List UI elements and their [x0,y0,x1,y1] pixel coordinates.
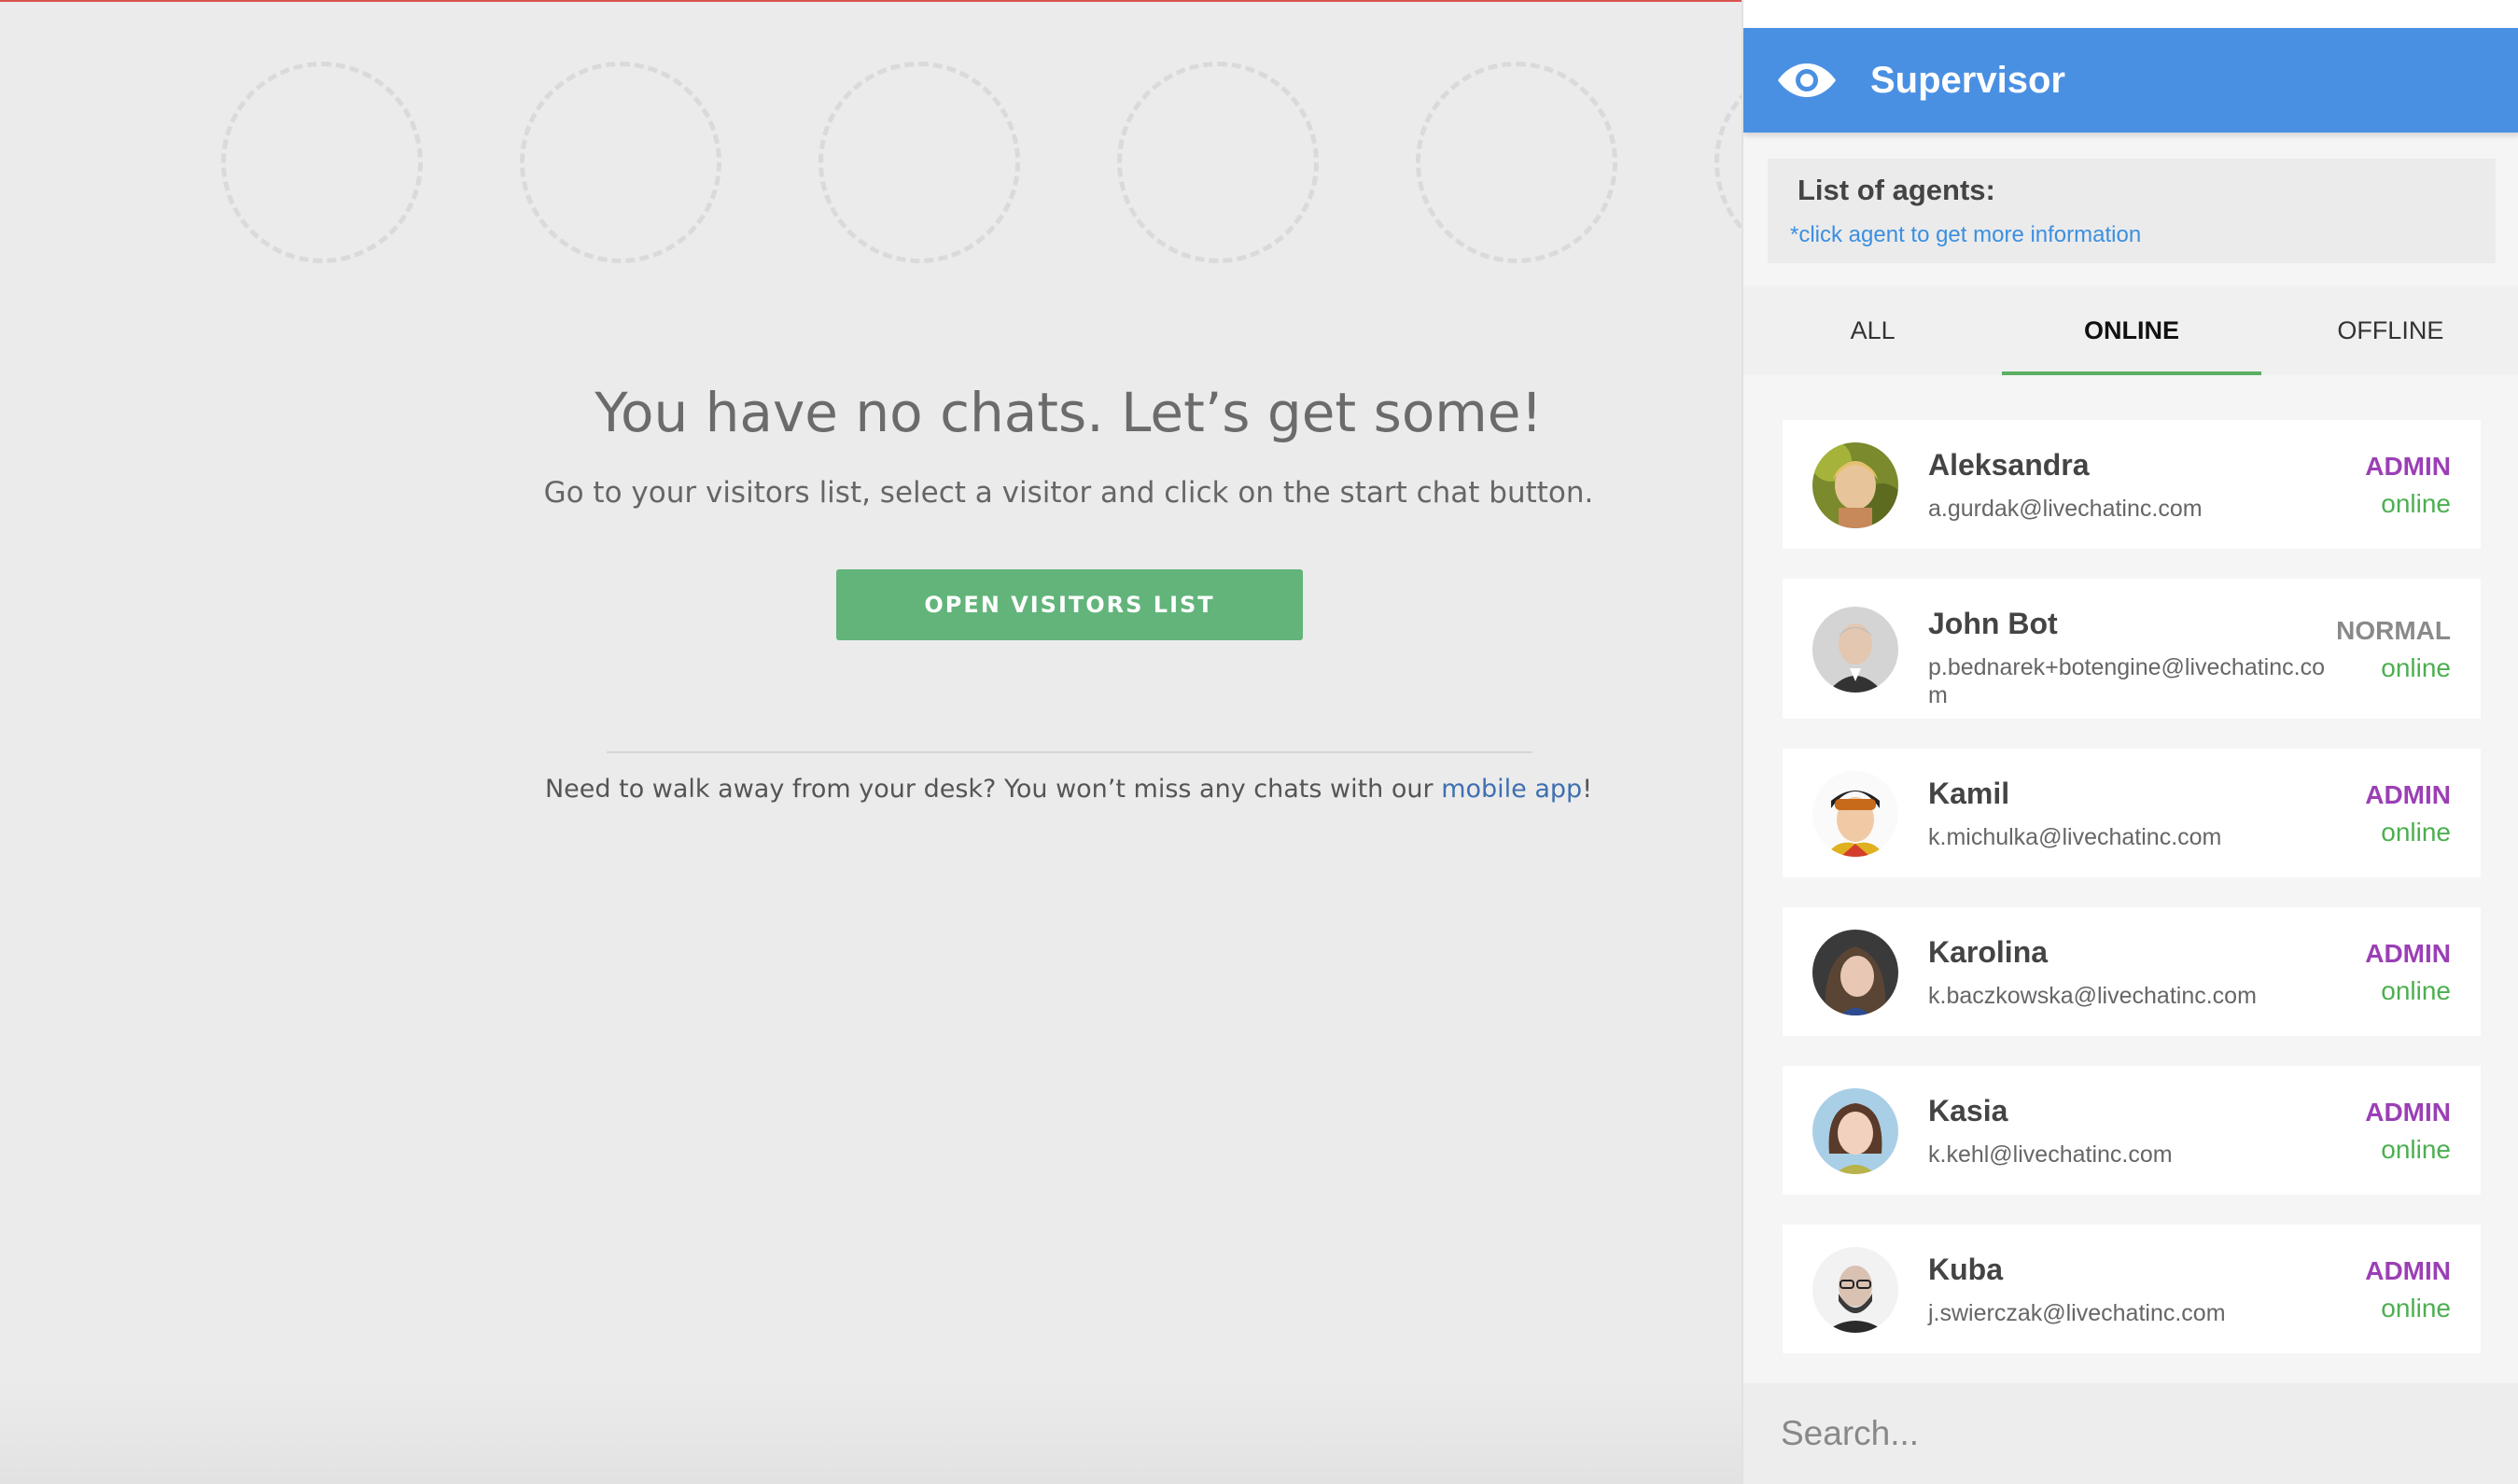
agent-role-badge: ADMIN [2365,780,2451,809]
panel-top-strip [1743,0,2518,28]
open-visitors-list-button[interactable]: OPEN VISITORS LIST [836,569,1303,640]
tab-offline[interactable]: OFFLINE [2261,286,2518,375]
agent-filter-tabs: ALL ONLINE OFFLINE [1743,286,2518,375]
avatar [1812,771,1898,857]
agent-status: online [2381,653,2451,682]
agent-email: k.kehl@livechatinc.com [1928,1141,2173,1168]
avatar [1812,607,1898,693]
agent-list-hint: *click agent to get more information [1790,222,2142,247]
chat-slot-placeholder [1416,62,1617,263]
agent-list-title: List of agents: [1798,174,1995,206]
agent-status: online [2381,818,2451,847]
agent-card[interactable]: Kasia k.kehl@livechatinc.com ADMIN onlin… [1783,1066,2481,1195]
agent-list-info: List of agents: *click agent to get more… [1768,159,2496,263]
agent-name: Aleksandra [1928,448,2090,482]
agent-status: online [2381,1135,2451,1164]
eye-icon [1778,63,1836,97]
top-accent-line [0,0,1742,2]
tab-all[interactable]: ALL [1743,286,2002,375]
mobile-app-note: Need to walk away from your desk? You wo… [0,775,1742,804]
agent-name: Karolina [1928,935,2049,969]
agent-email: k.michulka@livechatinc.com [1928,824,2222,850]
chat-slot-placeholder [1714,62,1742,263]
avatar [1812,1247,1898,1333]
chat-slot-placeholder [221,62,423,263]
agent-email: a.gurdak@livechatinc.com [1928,496,2203,522]
agent-email: k.baczkowska@livechatinc.com [1928,983,2257,1009]
agent-card[interactable]: Kuba j.swierczak@livechatinc.com ADMIN o… [1783,1225,2481,1353]
tab-online[interactable]: ONLINE [2002,286,2261,375]
empty-state-subtitle: Go to your visitors list, select a visit… [543,476,1594,510]
chat-slot-placeholder [1117,62,1319,263]
mobile-app-link[interactable]: mobile app [1441,775,1582,804]
bottom-fade [0,1381,1742,1484]
agent-name: Kasia [1928,1094,2008,1127]
agent-status: online [2381,976,2451,1005]
avatar [1812,930,1898,1015]
avatar [1812,1088,1898,1174]
agent-role-badge: ADMIN [2365,939,2451,968]
supervisor-title: Supervisor [1870,59,2065,101]
supervisor-header: Supervisor [1743,28,2518,133]
main-area: You have no chats. Let’s get some! Go to… [0,0,1742,1484]
agent-email: p.bednarek+botengine@livechatinc.com [1928,654,2325,708]
chat-slot-placeholder [818,62,1020,263]
agent-status: online [2381,1294,2451,1323]
agent-email: j.swierczak@livechatinc.com [1928,1300,2226,1326]
agent-role-badge: ADMIN [2365,452,2451,481]
agent-role-badge: NORMAL [2336,616,2451,645]
agent-search-input[interactable] [1743,1383,2518,1484]
mobile-note-suffix: ! [1582,775,1593,804]
agent-card[interactable]: Aleksandra a.gurdak@livechatinc.com ADMI… [1783,420,2481,549]
agent-list: Aleksandra a.gurdak@livechatinc.com ADMI… [1743,390,2518,1361]
mobile-note-prefix: Need to walk away from your desk? You wo… [544,775,1442,804]
chat-slot-placeholder [520,62,721,263]
agent-card[interactable]: Karolina k.baczkowska@livechatinc.com AD… [1783,907,2481,1036]
divider [607,751,1532,753]
avatar [1812,442,1898,528]
agent-card[interactable]: Kamil k.michulka@livechatinc.com ADMIN o… [1783,749,2481,877]
agent-name: John Bot [1928,607,2058,640]
empty-state-title: You have no chats. Let’s get some! [595,381,1543,444]
supervisor-panel: Supervisor List of agents: *click agent … [1742,0,2518,1484]
agent-status: online [2381,489,2451,518]
agent-role-badge: ADMIN [2365,1256,2451,1285]
agent-name: Kuba [1928,1253,2003,1286]
agent-role-badge: ADMIN [2365,1098,2451,1127]
agent-name: Kamil [1928,777,2010,810]
agent-card[interactable]: John Bot p.bednarek+botengine@livechatin… [1783,579,2481,719]
